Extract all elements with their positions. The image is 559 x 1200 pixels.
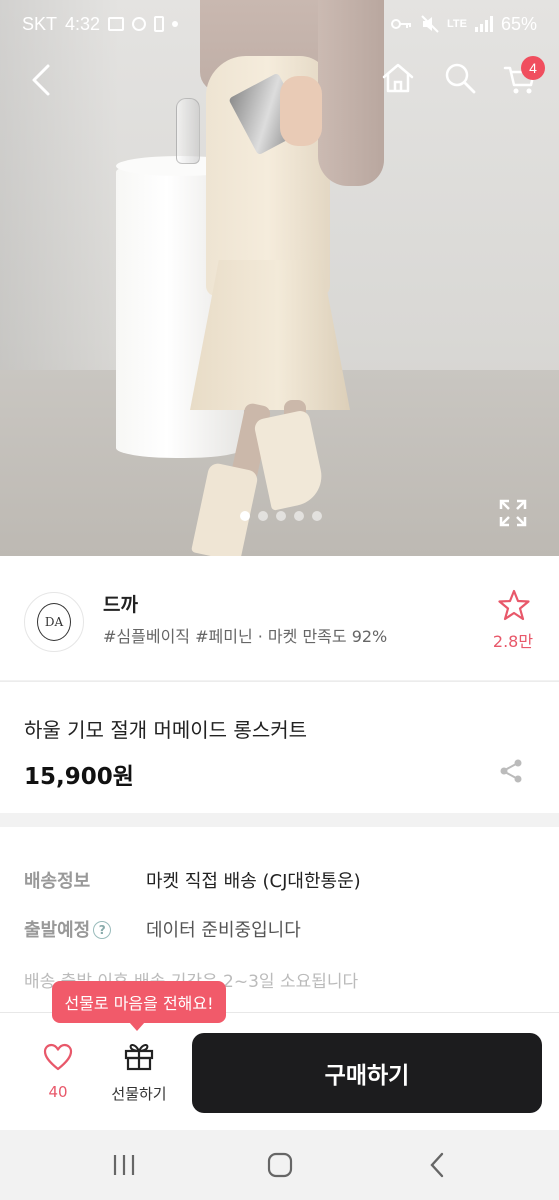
recent-apps-icon[interactable] <box>106 1148 142 1182</box>
gift-button[interactable]: 선물하기 <box>102 1041 176 1107</box>
store-name[interactable]: 드까 <box>103 590 138 617</box>
expand-icon[interactable] <box>498 498 528 528</box>
pagination-dot[interactable] <box>276 511 286 521</box>
battery-percent: 65% <box>500 13 537 34</box>
image-vase <box>176 98 200 164</box>
product-info: 하울 기모 절개 머메이드 롱스커트 15,900원 <box>0 681 559 813</box>
product-price: 15,900원 <box>24 764 134 790</box>
system-navigation-bar <box>0 1130 559 1200</box>
gift-tooltip-arrow <box>129 1022 145 1031</box>
more-notifications-icon <box>172 21 179 27</box>
image-shadow <box>0 0 120 370</box>
cart-count-badge: 4 <box>521 56 545 80</box>
gift-tooltip[interactable]: 선물로 마음을 전해요! <box>52 981 226 1023</box>
status-bar: SKT 4:32 LTE 65% <box>0 0 559 48</box>
departure-label-row: 출발예정? <box>24 916 112 942</box>
pill-notification-icon <box>129 14 149 34</box>
pagination-dot[interactable] <box>294 511 304 521</box>
key-icon <box>391 19 411 29</box>
carrier-label: SKT <box>22 13 58 34</box>
home-icon[interactable] <box>380 60 416 96</box>
status-left: SKT 4:32 <box>22 13 179 35</box>
pagination-dot[interactable] <box>258 511 268 521</box>
store-logo-mark: DA <box>37 603 71 641</box>
store-favorite-count: 2.8만 <box>492 632 534 651</box>
gallery-notification-icon <box>108 17 125 31</box>
help-icon[interactable]: ? <box>93 921 112 939</box>
back-arrow-icon[interactable] <box>26 62 58 98</box>
signal-icon <box>474 16 493 32</box>
like-count: 40 <box>48 1083 68 1101</box>
pagination-dot[interactable] <box>240 511 250 521</box>
shipping-info-value: 마켓 직접 배송 (CJ대한통운) <box>146 871 361 892</box>
status-right: LTE 65% <box>391 14 537 35</box>
like-button[interactable]: 40 <box>30 1043 86 1103</box>
share-icon[interactable] <box>498 758 524 784</box>
search-icon[interactable] <box>442 60 478 96</box>
system-back-icon[interactable] <box>420 1148 456 1182</box>
clock: 4:32 <box>65 13 101 34</box>
home-button-icon[interactable] <box>262 1148 298 1182</box>
departure-label: 출발예정 <box>24 920 91 941</box>
image-hand <box>280 76 322 146</box>
network-type: LTE <box>447 17 467 30</box>
departure-value: 데이터 준비중입니다 <box>146 920 301 941</box>
product-title: 하울 기모 절개 머메이드 롱스커트 <box>24 718 308 742</box>
mute-icon <box>421 15 439 33</box>
gift-label: 선물하기 <box>111 1085 167 1103</box>
store-tags: #심플베이직 #페미닌 · 마켓 만족도 92% <box>103 627 388 646</box>
store-logo[interactable]: DA <box>24 592 84 652</box>
shipping-info-label: 배송정보 <box>24 871 91 892</box>
image-pagination <box>240 511 322 521</box>
store-row[interactable]: DA 드까 #심플베이직 #페미닌 · 마켓 만족도 92% 2.8만 <box>0 556 559 680</box>
gift-icon <box>124 1044 154 1071</box>
section-divider <box>0 813 559 827</box>
buy-button[interactable]: 구매하기 <box>192 1033 542 1113</box>
sim-notification-icon <box>154 16 165 32</box>
bottom-action-bar: 40 선물하기 구매하기 <box>0 1012 559 1130</box>
star-icon[interactable] <box>497 588 531 622</box>
pagination-dot[interactable] <box>312 511 322 521</box>
heart-icon <box>43 1043 73 1071</box>
